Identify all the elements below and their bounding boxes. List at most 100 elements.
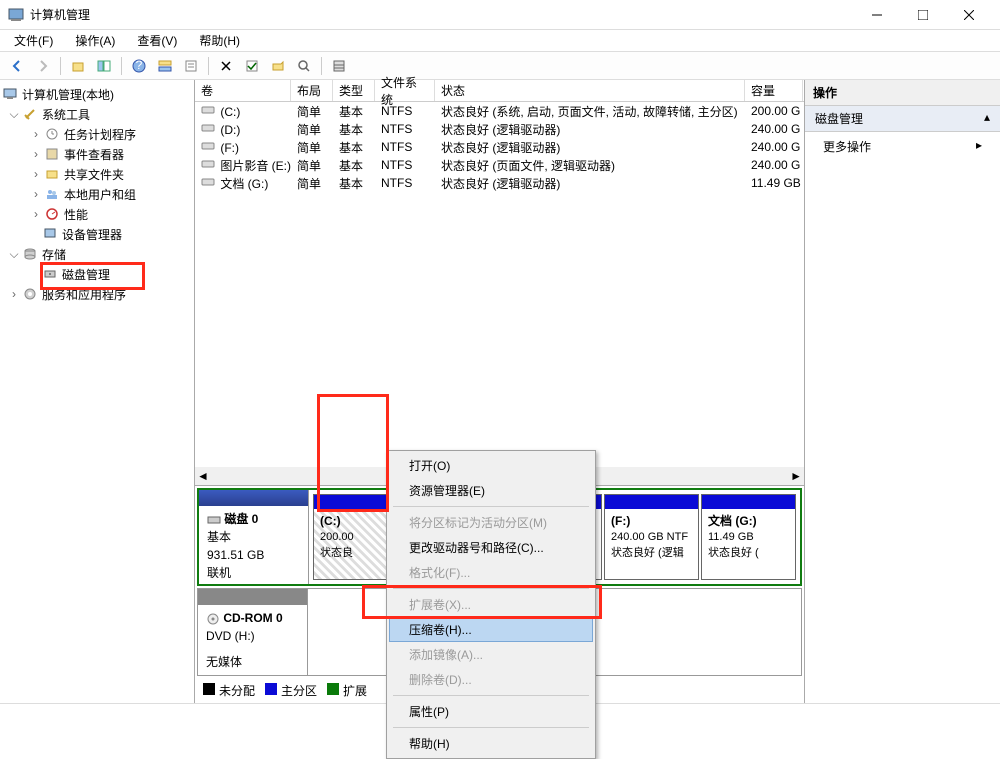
- computer-icon: [2, 86, 18, 102]
- ctx-mark-active: 将分区标记为活动分区(M): [389, 510, 593, 535]
- actions-more[interactable]: 更多操作 ▸: [805, 132, 1000, 161]
- tree-users[interactable]: ›本地用户和组: [0, 184, 194, 204]
- volume-list-header: 卷 布局 类型 文件系统 状态 容量: [195, 80, 804, 102]
- users-icon: [44, 186, 60, 202]
- menu-action[interactable]: 操作(A): [71, 30, 119, 51]
- tree-root[interactable]: 计算机管理(本地): [0, 84, 194, 104]
- tree-devmgr[interactable]: 设备管理器: [0, 224, 194, 244]
- col-status[interactable]: 状态: [435, 80, 745, 101]
- scroll-right-icon[interactable]: ►: [790, 469, 802, 483]
- volume-row[interactable]: 图片影音 (E:)简单基本NTFS状态良好 (页面文件, 逻辑驱动器)240.0…: [195, 156, 804, 174]
- ctx-extend: 扩展卷(X)...: [389, 592, 593, 617]
- menu-file[interactable]: 文件(F): [10, 30, 57, 51]
- tree-scheduler[interactable]: ›任务计划程序: [0, 124, 194, 144]
- svg-text:?: ?: [136, 59, 143, 72]
- chevron-right-icon: ▸: [976, 138, 982, 155]
- actions-panel: 操作 磁盘管理 ▴ 更多操作 ▸: [805, 80, 1000, 703]
- expand-icon[interactable]: ›: [8, 287, 20, 301]
- forward-button[interactable]: [32, 55, 54, 77]
- properties-icon[interactable]: [180, 55, 202, 77]
- ctx-delete: 删除卷(D)...: [389, 667, 593, 692]
- cdrom-icon: [206, 612, 220, 626]
- collapse-icon[interactable]: ▴: [984, 110, 990, 127]
- tree-perf[interactable]: ›性能: [0, 204, 194, 224]
- volume-list[interactable]: (C:)简单基本NTFS状态良好 (系统, 启动, 页面文件, 活动, 故障转储…: [195, 102, 804, 192]
- ctx-help[interactable]: 帮助(H): [389, 731, 593, 756]
- volume-row[interactable]: (F:)简单基本NTFS状态良好 (逻辑驱动器)240.00 G: [195, 138, 804, 156]
- expand-icon[interactable]: ›: [30, 207, 42, 221]
- menu-view[interactable]: 查看(V): [133, 30, 181, 51]
- volume-row[interactable]: (C:)简单基本NTFS状态良好 (系统, 启动, 页面文件, 活动, 故障转储…: [195, 102, 804, 120]
- search-icon[interactable]: [293, 55, 315, 77]
- col-volume[interactable]: 卷: [195, 80, 291, 101]
- tree-storage[interactable]: ⌵存储: [0, 244, 194, 264]
- col-capacity[interactable]: 容量: [745, 80, 803, 101]
- device-icon: [42, 226, 58, 242]
- partition[interactable]: (F:)240.00 GB NTF状态良好 (逻辑: [604, 494, 699, 580]
- col-fs[interactable]: 文件系统: [375, 80, 435, 101]
- volume-row[interactable]: 文档 (G:)简单基本NTFS状态良好 (逻辑驱动器)11.49 GB: [195, 174, 804, 192]
- ctx-mirror: 添加镜像(A)...: [389, 642, 593, 667]
- disk-icon: [42, 266, 58, 282]
- ctx-change-letter[interactable]: 更改驱动器号和路径(C)...: [389, 535, 593, 560]
- tree-systools[interactable]: ⌵ 系统工具: [0, 104, 194, 124]
- folder-icon: [44, 166, 60, 182]
- disk-icon: [207, 513, 221, 527]
- actions-section[interactable]: 磁盘管理 ▴: [805, 106, 1000, 132]
- partition[interactable]: 文档 (G:)11.49 GB状态良好 (: [701, 494, 796, 580]
- ctx-format: 格式化(F)...: [389, 560, 593, 585]
- nav-tree[interactable]: 计算机管理(本地) ⌵ 系统工具 ›任务计划程序 ›事件查看器 ›共享文件夹 ›…: [0, 80, 195, 703]
- toolbar: ?: [0, 52, 1000, 80]
- ctx-props[interactable]: 属性(P): [389, 699, 593, 724]
- up-icon[interactable]: [67, 55, 89, 77]
- app-icon: [8, 7, 24, 23]
- services-icon: [22, 286, 38, 302]
- tree-diskmgmt[interactable]: 磁盘管理: [0, 264, 194, 284]
- storage-icon: [22, 246, 38, 262]
- disk0-label: 磁盘 0 基本 931.51 GB 联机: [199, 490, 309, 584]
- back-button[interactable]: [6, 55, 28, 77]
- show-hide-tree-icon[interactable]: [93, 55, 115, 77]
- volume-icon: [201, 158, 217, 170]
- cdrom-label: CD-ROM 0 DVD (H:) 无媒体: [198, 589, 308, 675]
- expand-icon[interactable]: ›: [30, 187, 42, 201]
- menu-help[interactable]: 帮助(H): [195, 30, 244, 51]
- menubar: 文件(F) 操作(A) 查看(V) 帮助(H): [0, 30, 1000, 52]
- perf-icon: [44, 206, 60, 222]
- expand-icon[interactable]: ›: [30, 127, 42, 141]
- volume-icon: [201, 122, 217, 134]
- context-menu[interactable]: 打开(O) 资源管理器(E) 将分区标记为活动分区(M) 更改驱动器号和路径(C…: [386, 450, 596, 759]
- ctx-open[interactable]: 打开(O): [389, 453, 593, 478]
- ctx-explorer[interactable]: 资源管理器(E): [389, 478, 593, 503]
- expand-icon[interactable]: ⌵: [8, 247, 20, 262]
- titlebar: 计算机管理: [0, 0, 1000, 30]
- clock-icon: [44, 126, 60, 142]
- tools-icon: [22, 106, 38, 122]
- minimize-button[interactable]: [854, 0, 900, 30]
- expand-icon[interactable]: ›: [30, 167, 42, 181]
- volume-icon: [201, 176, 217, 188]
- window-title: 计算机管理: [30, 6, 854, 23]
- event-icon: [44, 146, 60, 162]
- col-layout[interactable]: 布局: [291, 80, 333, 101]
- tree-services[interactable]: ›服务和应用程序: [0, 284, 194, 304]
- list-icon[interactable]: [328, 55, 350, 77]
- col-type[interactable]: 类型: [333, 80, 375, 101]
- close-button[interactable]: [946, 0, 992, 30]
- scroll-left-icon[interactable]: ◄: [197, 469, 209, 483]
- tree-shared[interactable]: ›共享文件夹: [0, 164, 194, 184]
- delete-icon[interactable]: [215, 55, 237, 77]
- volume-icon: [201, 140, 217, 152]
- expand-icon[interactable]: ⌵: [8, 107, 20, 122]
- ctx-shrink[interactable]: 压缩卷(H)...: [389, 617, 593, 642]
- maximize-button[interactable]: [900, 0, 946, 30]
- open-icon[interactable]: [267, 55, 289, 77]
- help-icon[interactable]: ?: [128, 55, 150, 77]
- view-icon[interactable]: [154, 55, 176, 77]
- volume-icon: [201, 104, 217, 116]
- check-icon[interactable]: [241, 55, 263, 77]
- tree-eventviewer[interactable]: ›事件查看器: [0, 144, 194, 164]
- volume-row[interactable]: (D:)简单基本NTFS状态良好 (逻辑驱动器)240.00 G: [195, 120, 804, 138]
- expand-icon[interactable]: ›: [30, 147, 42, 161]
- actions-header: 操作: [805, 80, 1000, 106]
